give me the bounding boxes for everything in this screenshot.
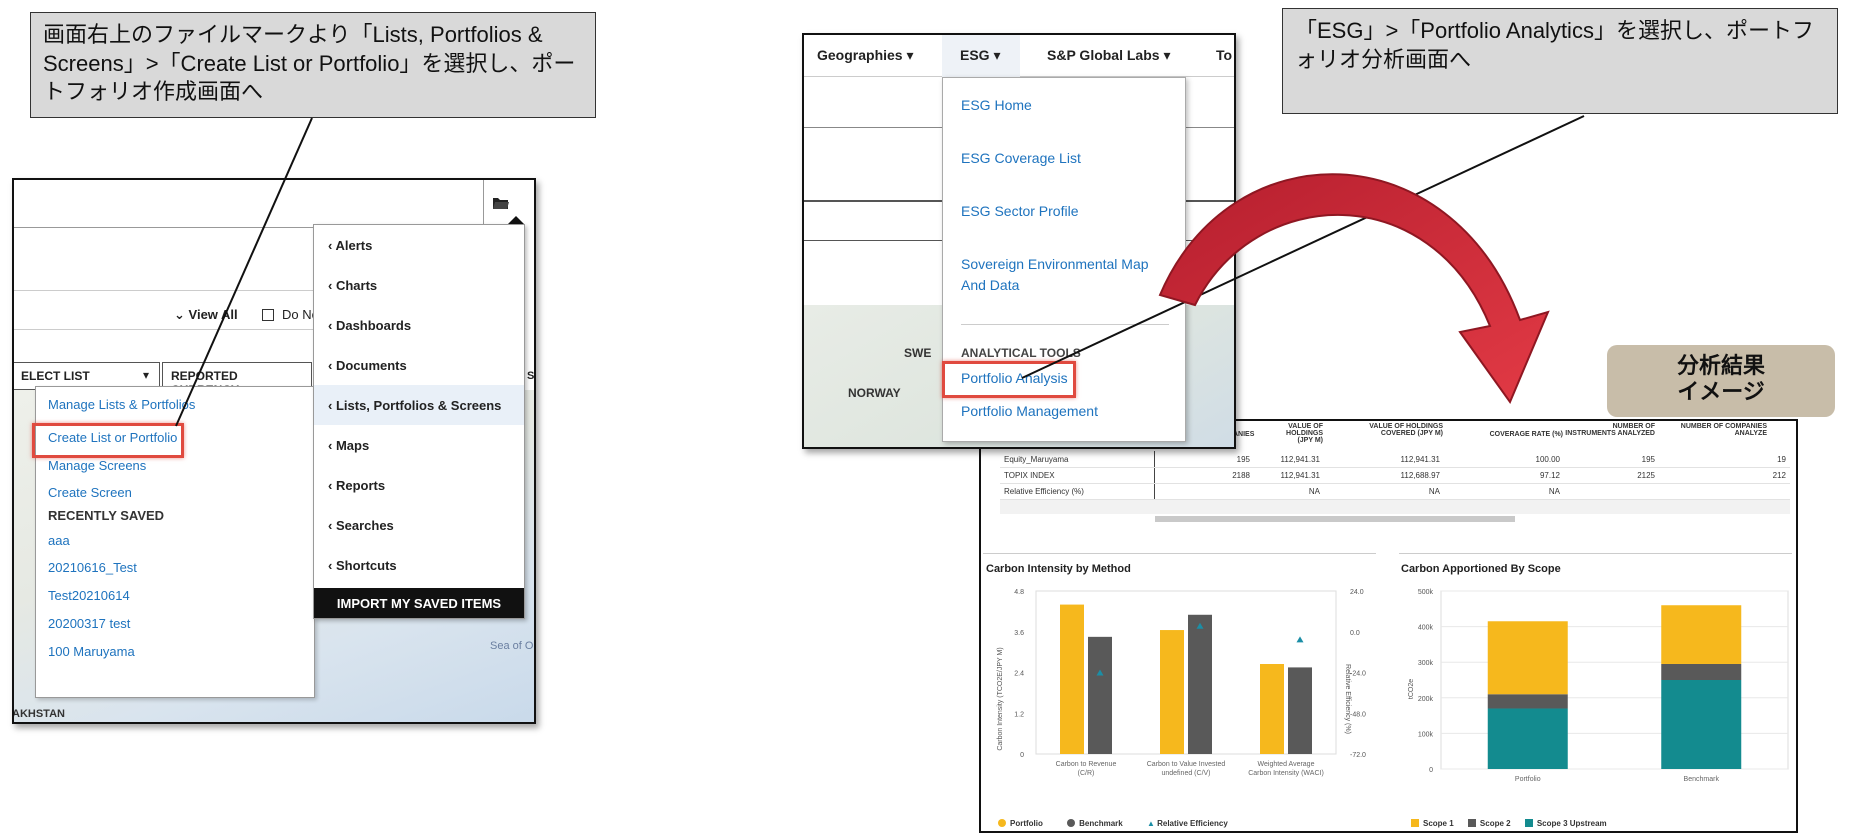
result-image-badge: 分析結果 イメージ	[1607, 345, 1835, 417]
annotation-overlay	[175, 115, 1585, 427]
pointer-line-left	[175, 117, 313, 427]
flow-arrow	[1158, 173, 1550, 405]
